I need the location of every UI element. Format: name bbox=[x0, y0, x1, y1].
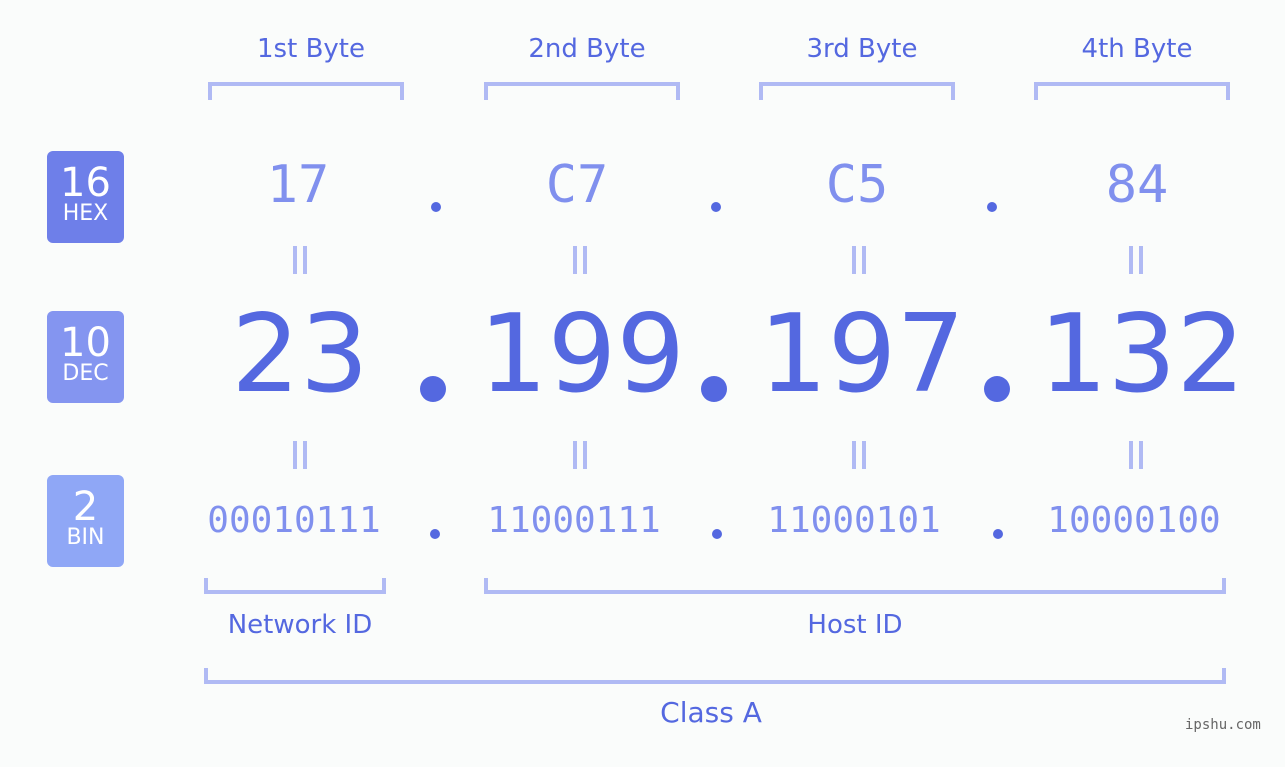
network-id-bracket bbox=[204, 578, 386, 594]
bracket-byte-3 bbox=[759, 82, 955, 100]
header-byte-3: 3rd Byte bbox=[806, 34, 918, 64]
bin-byte-2: 11000111 bbox=[487, 500, 661, 541]
host-id-bracket bbox=[484, 578, 1226, 594]
dec-dot-3 bbox=[984, 376, 1010, 402]
bin-byte-4: 10000100 bbox=[1047, 500, 1221, 541]
bin-byte-3: 11000101 bbox=[767, 500, 941, 541]
equals-dec-bin-3 bbox=[850, 441, 868, 469]
bin-badge-number: 2 bbox=[72, 484, 99, 530]
header-byte-4: 4th Byte bbox=[1081, 34, 1193, 64]
hex-dot-3 bbox=[987, 202, 997, 212]
dec-byte-4: 132 bbox=[1038, 292, 1246, 417]
equals-hex-dec-2 bbox=[571, 246, 589, 274]
hex-byte-2: C7 bbox=[545, 155, 609, 215]
hex-dot-2 bbox=[711, 202, 721, 212]
bin-dot-1 bbox=[430, 529, 440, 539]
dec-badge-label: DEC bbox=[62, 361, 109, 386]
hex-dot-1 bbox=[431, 202, 441, 212]
network-id-label: Network ID bbox=[227, 610, 373, 640]
bracket-byte-1 bbox=[208, 82, 404, 100]
bin-badge: 2 BIN bbox=[47, 475, 124, 567]
bin-byte-1: 00010111 bbox=[207, 500, 381, 541]
bracket-byte-4 bbox=[1034, 82, 1230, 100]
dec-badge-number: 10 bbox=[60, 320, 111, 366]
class-bracket bbox=[204, 668, 1226, 684]
equals-dec-bin-2 bbox=[571, 441, 589, 469]
bin-dot-3 bbox=[993, 529, 1003, 539]
dec-dot-1 bbox=[420, 376, 446, 402]
header-byte-1: 1st Byte bbox=[257, 34, 365, 64]
equals-dec-bin-4 bbox=[1127, 441, 1145, 469]
hex-byte-4: 84 bbox=[1105, 155, 1169, 215]
hex-badge: 16 HEX bbox=[47, 151, 124, 243]
host-id-label: Host ID bbox=[807, 610, 903, 640]
equals-hex-dec-3 bbox=[850, 246, 868, 274]
dec-byte-3: 197 bbox=[758, 292, 966, 417]
dec-byte-1: 23 bbox=[231, 292, 369, 417]
equals-hex-dec-1 bbox=[291, 246, 309, 274]
class-label: Class A bbox=[660, 696, 762, 729]
dec-badge: 10 DEC bbox=[47, 311, 124, 403]
dec-byte-2: 199 bbox=[478, 292, 686, 417]
header-byte-2: 2nd Byte bbox=[528, 34, 646, 64]
equals-dec-bin-1 bbox=[291, 441, 309, 469]
hex-byte-3: C5 bbox=[825, 155, 889, 215]
bin-dot-2 bbox=[712, 529, 722, 539]
hex-badge-number: 16 bbox=[60, 160, 111, 206]
bracket-byte-2 bbox=[484, 82, 680, 100]
hex-byte-1: 17 bbox=[266, 155, 330, 215]
equals-hex-dec-4 bbox=[1127, 246, 1145, 274]
bin-badge-label: BIN bbox=[66, 525, 105, 550]
dec-dot-2 bbox=[701, 376, 727, 402]
watermark: ipshu.com bbox=[1185, 717, 1261, 733]
hex-badge-label: HEX bbox=[62, 201, 109, 226]
